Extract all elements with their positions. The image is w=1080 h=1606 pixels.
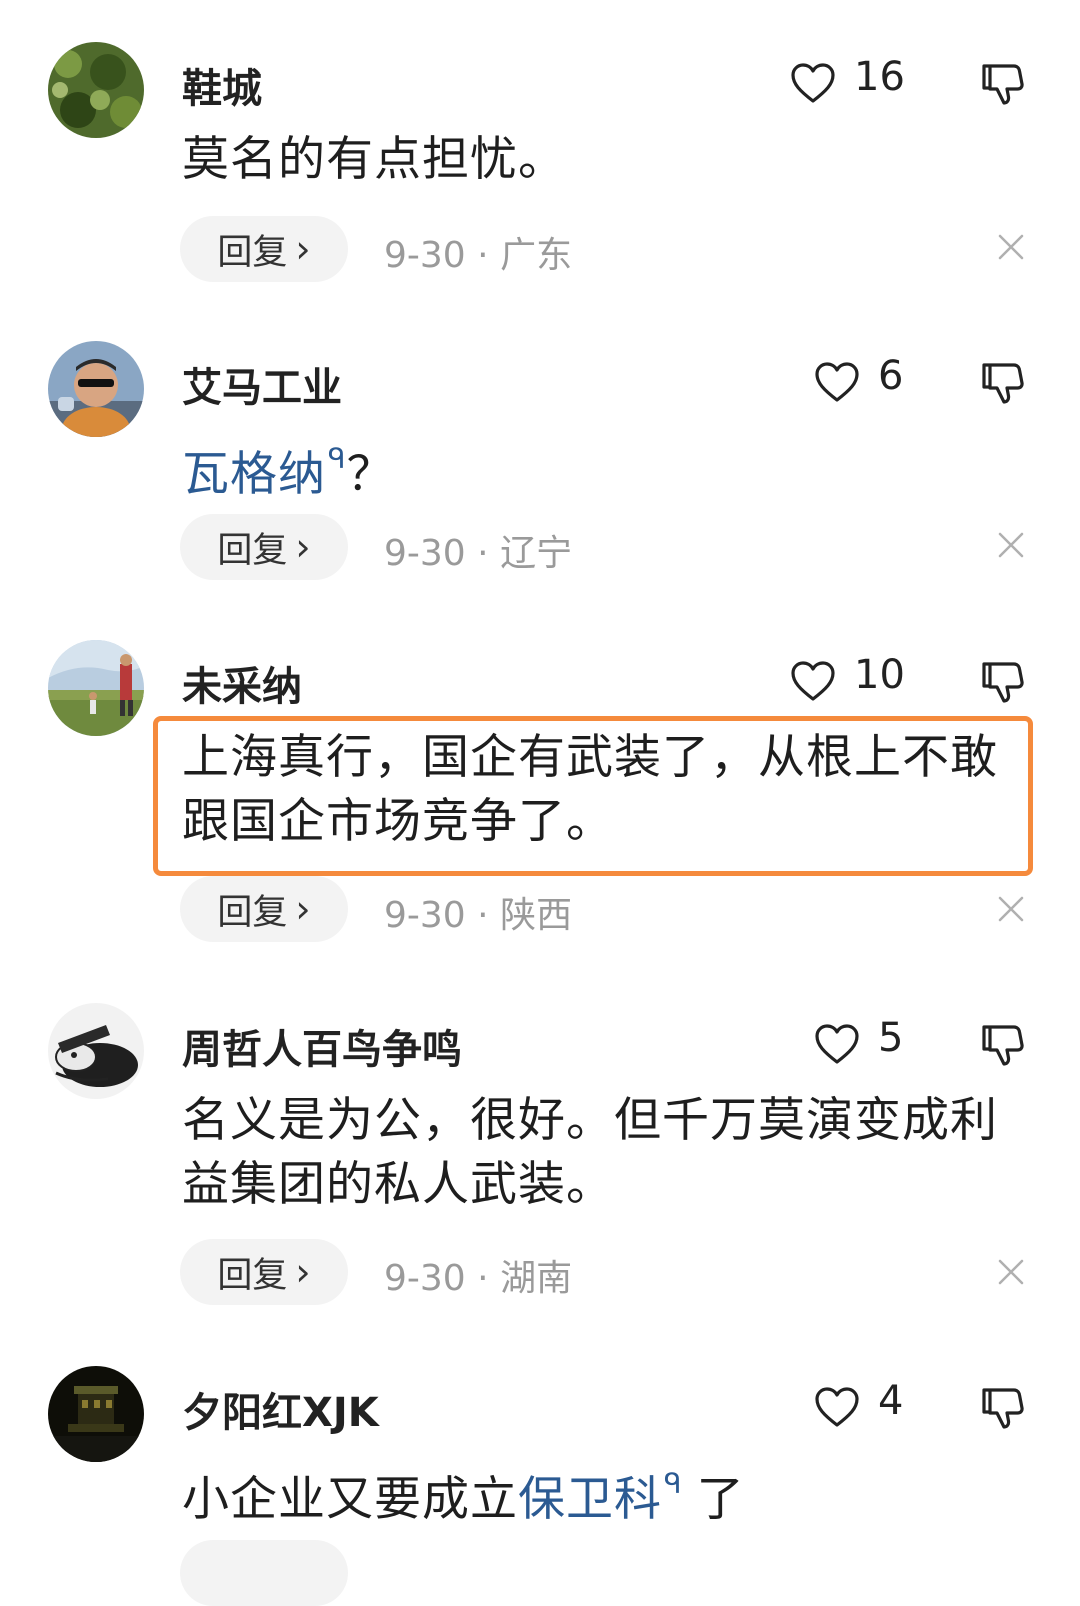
search-icon: ᑫ (328, 442, 347, 475)
comment-text: 莫名的有点担忧。 (182, 132, 566, 187)
heart-icon[interactable] (814, 1386, 860, 1428)
comment-meta: 9-30 · 广东 (384, 226, 572, 278)
heart-icon[interactable] (790, 62, 836, 104)
thumbs-down-icon[interactable] (978, 658, 1026, 706)
highlight-box (153, 716, 1033, 876)
like-count: 10 (854, 652, 905, 698)
text-line: 名义是为公，很好。但千万莫演变成利 (182, 1093, 998, 1148)
chevron-right-icon: › (295, 227, 311, 271)
text-before: 小企业又要成立 (182, 1472, 518, 1527)
comment-meta: 9-30 · 湖南 (384, 1249, 572, 1301)
close-icon[interactable] (996, 232, 1026, 262)
username[interactable]: 夕阳红XJK (182, 1380, 379, 1438)
comment-location: 陕西 (500, 895, 573, 936)
comment-meta: 9-30 · 辽宁 (384, 524, 572, 576)
reply-button[interactable]: 回复 › (180, 216, 348, 282)
separator: · (477, 895, 489, 936)
comment-date: 9-30 (384, 1258, 466, 1299)
username[interactable]: 鞋城 (182, 56, 262, 114)
reply-label: 回复 (217, 892, 288, 933)
avatar[interactable] (48, 341, 144, 437)
avatar[interactable] (48, 1003, 144, 1099)
thumbs-down-icon[interactable] (978, 1021, 1026, 1069)
chevron-right-icon: › (295, 525, 311, 569)
like-count: 4 (878, 1378, 904, 1424)
comment-date: 9-30 (384, 895, 466, 936)
thumbs-down-icon[interactable] (978, 359, 1026, 407)
reply-button[interactable]: 回复 › (180, 876, 348, 942)
comment-date: 9-30 (384, 533, 466, 574)
comment-location: 湖南 (500, 1258, 573, 1299)
reply-label: 回复 (217, 1255, 288, 1296)
avatar[interactable] (48, 42, 144, 138)
like-count: 6 (878, 353, 904, 399)
close-icon[interactable] (996, 894, 1026, 924)
search-icon: ᑫ (664, 1467, 683, 1500)
separator: · (477, 235, 489, 276)
reply-label: 回复 (217, 530, 288, 571)
avatar[interactable] (48, 640, 144, 736)
chevron-right-icon: › (295, 887, 311, 931)
separator: · (477, 1258, 489, 1299)
separator: · (477, 533, 489, 574)
text-after: 了 (696, 1472, 745, 1527)
comment-date: 9-30 (384, 235, 466, 276)
reply-button[interactable]: 回复 › (180, 1239, 348, 1305)
comment-location: 辽宁 (500, 533, 573, 574)
close-icon[interactable] (996, 530, 1026, 560)
chevron-right-icon: › (295, 1250, 311, 1294)
comment-text: 名义是为公，很好。但千万莫演变成利 益集团的私人武装。 (182, 1089, 1012, 1217)
heart-icon[interactable] (814, 1023, 860, 1065)
link-text[interactable]: 瓦格纳 (182, 447, 326, 502)
text-line: 益集团的私人武装。 (182, 1157, 614, 1212)
like-count: 16 (854, 54, 905, 100)
close-icon[interactable] (996, 1257, 1026, 1287)
reply-button[interactable]: 回复 › (180, 514, 348, 580)
comment-text: 瓦格纳ᑫ？ (182, 427, 1012, 507)
text-after: ？ (346, 447, 395, 502)
username[interactable]: 周哲人百鸟争鸣 (182, 1017, 462, 1075)
comment-meta: 9-30 · 陕西 (384, 886, 572, 938)
username[interactable]: 艾马工业 (182, 355, 342, 413)
link-text[interactable]: 保卫科 (518, 1472, 662, 1527)
username[interactable]: 未采纳 (182, 654, 302, 712)
like-count: 5 (878, 1015, 904, 1061)
heart-icon[interactable] (814, 361, 860, 403)
thumbs-down-icon[interactable] (978, 60, 1026, 108)
reply-label: 回复 (217, 232, 288, 273)
search-link[interactable]: 保卫科ᑫ (518, 1467, 683, 1527)
thumbs-down-icon[interactable] (978, 1384, 1026, 1432)
reply-button[interactable] (180, 1540, 348, 1606)
avatar[interactable] (48, 1366, 144, 1462)
comment-location: 广东 (500, 235, 573, 276)
heart-icon[interactable] (790, 660, 836, 702)
search-link[interactable]: 瓦格纳ᑫ (182, 442, 347, 502)
comment-text: 小企业又要成立保卫科ᑫ 了 (182, 1452, 1012, 1532)
